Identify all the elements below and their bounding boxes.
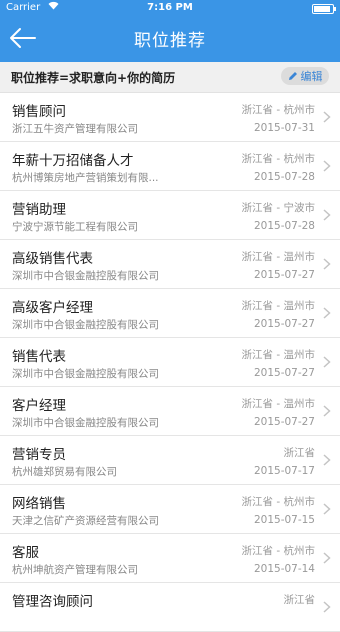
post-date: 2015-07-27 [253,416,315,428]
chevron-right-icon [323,160,331,172]
chevron-right-icon [323,601,331,613]
job-list-item[interactable]: 营销专员杭州雄郑贸易有限公司 浙江省 2015-07-17 [0,436,340,485]
pencil-icon [288,72,297,80]
job-title: 客户经理 [12,398,66,414]
edit-button[interactable]: 编辑 [281,67,329,85]
job-location: 浙江省 - 杭州市 [241,496,315,508]
recommend-formula-bar: 职位推荐=求职意向+你的简历 编辑 [0,62,340,93]
chevron-right-icon [323,209,331,221]
company-name: 深圳市中合银金融控股有限公司 [12,368,159,380]
job-location: 浙江省 - 杭州市 [241,104,315,116]
chevron-right-icon [323,503,331,515]
job-location: 浙江省 - 温州市 [241,349,315,361]
job-list: 销售顾问 浙江五牛资产管理有限公司 浙江省 - 杭州市 2015-07-31 年薪十万招… [0,93,340,632]
chevron-right-icon [323,454,331,466]
post-date: 2015-07-15 [253,514,315,526]
job-title: 年薪十万招储备人才 [12,153,134,169]
job-list-item[interactable]: 高级客户经理深圳市中合银金融控股有限公司 浙江省 - 温州市 2015-07-27 [0,289,340,338]
post-date: 2015-07-31 [253,122,315,134]
company-name: 深圳市中合银金融控股有限公司 [12,319,159,331]
post-date: 2015-07-14 [253,563,315,575]
job-list-item[interactable]: 年薪十万招储备人才杭州博策房地产营销策划有限... 浙江省 - 杭州市 2015-0… [0,142,340,191]
status-bar: Carrier 7:16 PM [0,0,340,16]
job-list-item[interactable]: 销售代表深圳市中合银金融控股有限公司 浙江省 - 温州市 2015-07-27 [0,338,340,387]
chevron-right-icon [323,258,331,270]
job-location: 浙江省 - 杭州市 [241,545,315,557]
chevron-right-icon [323,552,331,564]
job-list-item[interactable]: 客服杭州坤航资产管理有限公司 浙江省 - 杭州市 2015-07-14 [0,534,340,583]
job-location: 浙江省 - 宁波市 [241,202,315,214]
job-list-item[interactable]: 管理咨询顾问 浙江省 [0,583,340,632]
job-location: 浙江省 - 温州市 [241,398,315,410]
company-name: 深圳市中合银金融控股有限公司 [12,270,159,282]
job-location: 浙江省 - 杭州市 [241,153,315,165]
recommend-formula-text: 职位推荐=求职意向+你的简历 [11,71,176,85]
post-date: 2015-07-28 [253,220,315,232]
job-location: 浙江省 - 温州市 [241,300,315,312]
job-location: 浙江省 - 温州市 [241,251,315,263]
job-title: 网络销售 [12,496,66,512]
job-list-item[interactable]: 销售顾问浙江五牛资产管理有限公司 浙江省 - 杭州市 2015-07-31 [0,93,340,142]
company-name: 杭州雄郑贸易有限公司 [12,466,117,478]
job-title: 高级客户经理 [12,300,93,316]
chevron-right-icon [323,111,331,123]
job-list-item[interactable]: 高级销售代表深圳市中合银金融控股有限公司 浙江省 - 温州市 2015-07-27 [0,240,340,289]
page-title: 职位推荐 [134,31,206,51]
job-list-item[interactable]: 网络销售天津之信矿产资源经营有限公司 浙江省 - 杭州市 2015-07-15 [0,485,340,534]
nav-bar: 职位推荐 [0,16,340,62]
top-bar: Carrier 7:16 PM 职位推荐 [0,0,340,62]
job-location: 浙江省 [283,447,316,459]
job-title: 营销助理 [12,202,66,218]
job-title: 销售代表 [12,349,66,365]
job-location: 浙江省 [283,594,316,606]
job-list-item[interactable]: 客户经理深圳市中合银金融控股有限公司 浙江省 - 温州市 2015-07-27 [0,387,340,436]
company-name: 宁波宁源节能工程有限公司 [12,221,138,233]
status-time: 7:16 PM [147,2,193,13]
job-title: 营销专员 [12,447,66,463]
job-title: 管理咨询顾问 [12,594,93,610]
company-name: 杭州博策房地产营销策划有限... [12,172,159,184]
company-name: 深圳市中合银金融控股有限公司 [12,417,159,429]
job-title: 销售顾问 [12,104,66,120]
post-date: 2015-07-28 [253,171,315,183]
chevron-right-icon [323,405,331,417]
job-list-item[interactable]: 营销助理宁波宁源节能工程有限公司 浙江省 - 宁波市 2015-07-28 [0,191,340,240]
job-title: 客服 [12,545,39,561]
post-date: 2015-07-27 [253,367,315,379]
company-name: 浙江五牛资产管理有限公司 [12,123,138,135]
chevron-right-icon [323,307,331,319]
chevron-right-icon [323,356,331,368]
battery-icon [312,4,336,14]
post-date: 2015-07-17 [253,465,315,477]
company-name: 天津之信矿产资源经营有限公司 [12,515,159,527]
post-date: 2015-07-27 [253,269,315,281]
edit-label: 编辑 [300,70,323,83]
job-title: 高级销售代表 [12,251,93,267]
post-date: 2015-07-27 [253,318,315,330]
company-name: 杭州坤航资产管理有限公司 [12,564,138,576]
